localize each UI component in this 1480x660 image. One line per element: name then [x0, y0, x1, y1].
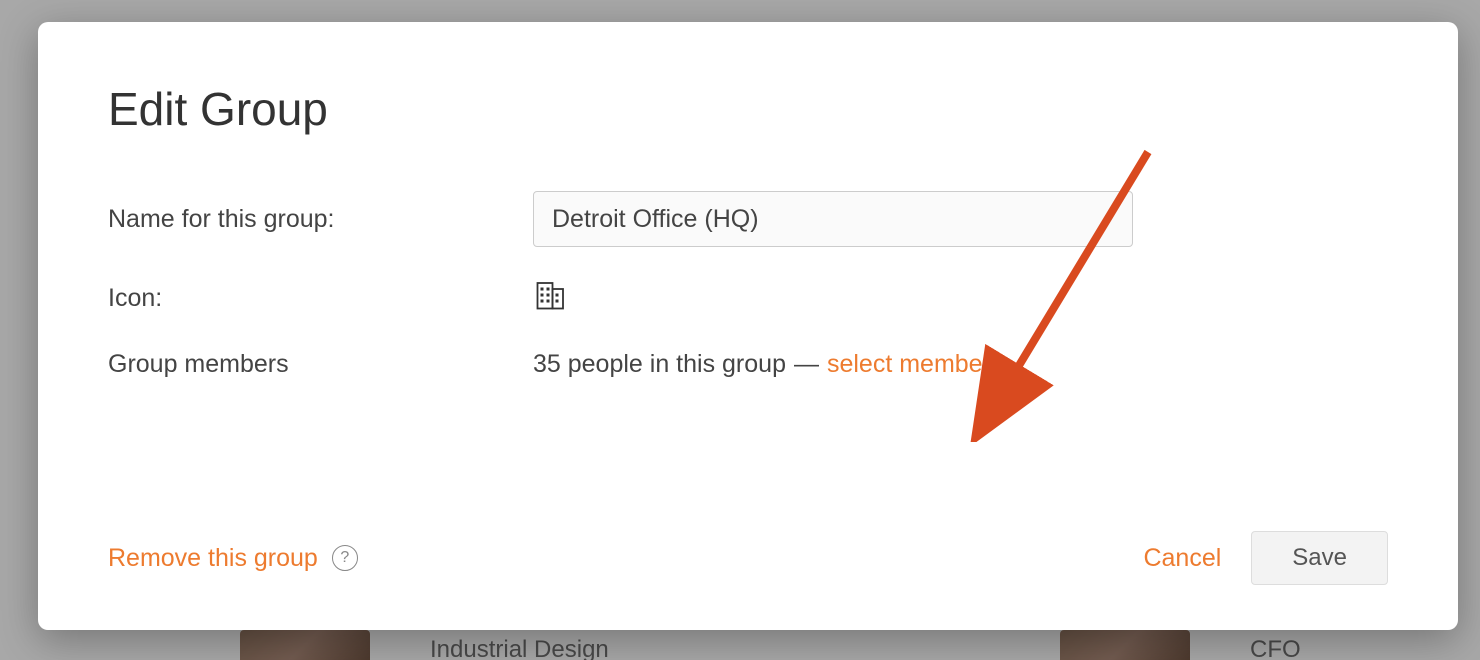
- name-label: Name for this group:: [108, 205, 533, 234]
- modal-title: Edit Group: [108, 82, 1388, 136]
- edit-group-modal: Edit Group Name for this group: Icon:: [38, 22, 1458, 630]
- field-row-name: Name for this group:: [108, 191, 1388, 247]
- building-icon[interactable]: [533, 277, 569, 320]
- save-button[interactable]: Save: [1251, 531, 1388, 585]
- help-icon[interactable]: ?: [332, 545, 358, 571]
- separator: —: [794, 350, 819, 379]
- members-label: Group members: [108, 350, 533, 379]
- group-name-input[interactable]: [533, 191, 1133, 247]
- remove-group-link[interactable]: Remove this group: [108, 544, 318, 573]
- field-row-icon: Icon:: [108, 277, 1388, 320]
- cancel-button[interactable]: Cancel: [1143, 544, 1221, 573]
- members-count-text: 35 people in this group: [533, 350, 786, 379]
- icon-label: Icon:: [108, 284, 533, 313]
- modal-footer: Remove this group ? Cancel Save: [108, 531, 1388, 585]
- field-row-members: Group members 35 people in this group — …: [108, 350, 1388, 379]
- select-members-link[interactable]: select members...: [827, 350, 1024, 379]
